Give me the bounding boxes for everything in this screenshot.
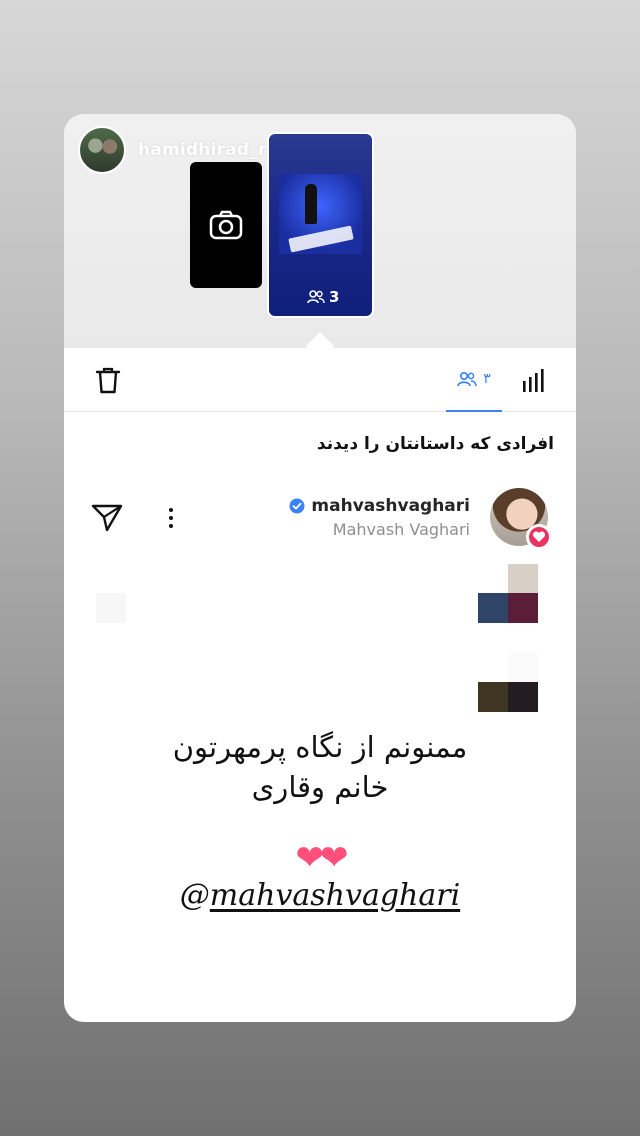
bar-chart-icon [523, 369, 544, 392]
viewer-handle-wrap: mahvashvaghari [250, 496, 470, 516]
viewers-section-title: افرادی که داستانتان را دیدند [316, 434, 554, 454]
viewers-icon [457, 371, 477, 387]
camera-icon [209, 210, 243, 240]
delete-story-button[interactable] [92, 364, 124, 396]
add-story-camera-button[interactable] [190, 162, 262, 288]
color-swatch [96, 593, 126, 623]
viewer-more-options-button[interactable] [160, 504, 182, 534]
color-swatch [508, 682, 538, 712]
color-swatch [478, 593, 508, 623]
color-swatch [508, 593, 538, 623]
story-toolbar: ۳ [64, 348, 576, 412]
color-swatch [508, 564, 538, 594]
story-viewer-count: 3 [307, 288, 339, 306]
story-thumbnail[interactable]: 3 [269, 134, 372, 316]
viewers-icon [307, 290, 325, 304]
mention-sticker[interactable]: @mahvashvaghari [0, 878, 640, 913]
viewer-full-name: Mahvash Vaghari [332, 520, 470, 539]
send-message-button[interactable] [90, 500, 124, 534]
tab-viewers[interactable]: ۳ [446, 348, 502, 412]
viewer-list-item[interactable]: mahvashvaghari Mahvash Vaghari [64, 484, 576, 554]
mention-at-icon: @ [179, 878, 210, 913]
verified-badge-icon [289, 498, 305, 514]
sticker-text-line-1: ممنونم از نگاه پرمهرتون [172, 730, 468, 764]
send-icon [91, 504, 123, 532]
insights-button[interactable] [520, 366, 548, 394]
trash-icon [95, 367, 121, 394]
color-swatch [478, 682, 508, 712]
tab-viewers-count: ۳ [483, 371, 491, 387]
viewer-handle[interactable]: mahvashvaghari [311, 496, 470, 516]
mention-handle: mahvashvaghari [209, 878, 461, 913]
liked-heart-icon [526, 524, 552, 550]
story-viewer-count-value: 3 [329, 288, 340, 306]
more-vertical-icon [169, 508, 173, 528]
color-swatch [508, 652, 538, 682]
story-preview-strip: hamidhirad_ragheb1229 3 [64, 114, 576, 348]
hearts-sticker: ❤❤ [295, 838, 349, 878]
story-thumbnail-person [305, 184, 317, 224]
sticker-text-line-2: خانم وقاری [251, 770, 389, 804]
profile-avatar[interactable] [78, 126, 126, 174]
